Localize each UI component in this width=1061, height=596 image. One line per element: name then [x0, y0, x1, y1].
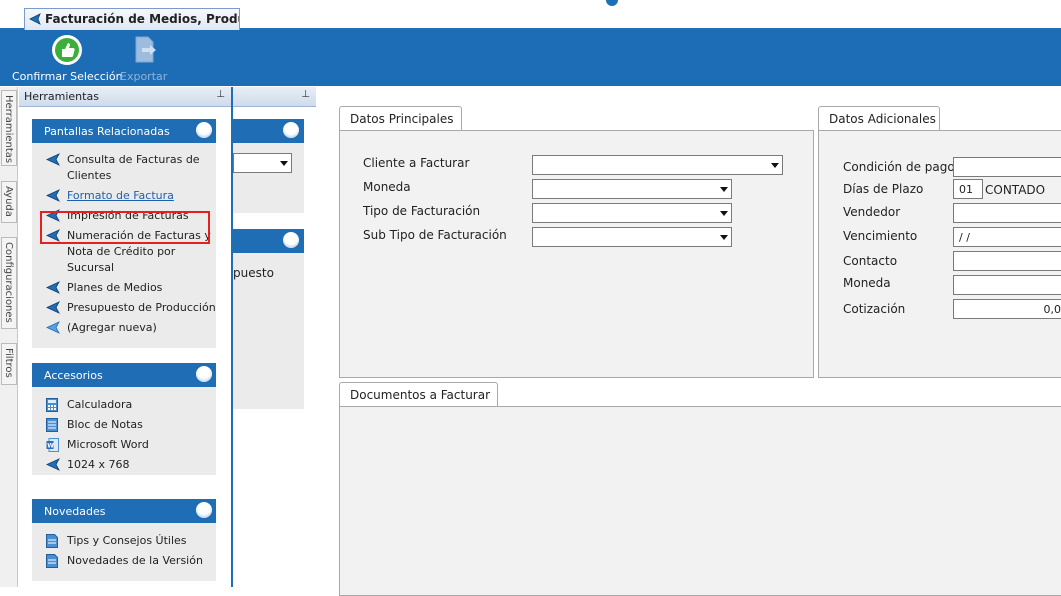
vendedor-label: Vendedor	[843, 205, 901, 219]
documentos-section	[339, 406, 1061, 596]
related-screens-group: Pantallas Relacionadas Consulta de Factu…	[32, 119, 216, 348]
dias-label: Días de Plazo	[843, 182, 924, 196]
tipo-select[interactable]	[532, 203, 732, 223]
background-group-1	[233, 119, 304, 213]
side-tab-configuraciones[interactable]: Configuraciones	[1, 237, 17, 329]
vencimiento-input[interactable]: / /	[953, 227, 1061, 247]
thumbs-up-icon	[52, 35, 83, 65]
confirm-selection-label: Confirmar Selección	[12, 70, 123, 83]
chevron-down-icon	[720, 235, 728, 240]
main-content: Datos Principales Cliente a Facturar Mon…	[318, 87, 1061, 596]
ribbon-toolbar: Confirmar Selección Exportar	[0, 30, 1061, 86]
news-tips[interactable]: Tips y Consejos Útiles	[32, 533, 216, 549]
accessory-microsoft-word[interactable]: W Microsoft Word	[32, 437, 216, 453]
tools-panel-body: Pantallas Relacionadas Consulta de Factu…	[19, 108, 231, 587]
side-tab-ayuda[interactable]: Ayuda	[1, 181, 17, 223]
tools-panel: Herramientas ⊥ Pantallas Relacionadas Co…	[19, 87, 233, 587]
svg-text:W: W	[47, 443, 54, 450]
side-tab-herramientas[interactable]: Herramientas	[1, 90, 17, 166]
chevron-down-icon	[720, 187, 728, 192]
contacto-input[interactable]	[953, 251, 1061, 271]
side-tab-bar: Herramientas Ayuda Configuraciones Filtr…	[0, 87, 18, 587]
contacto-label: Contacto	[843, 254, 898, 268]
related-item-formato-factura[interactable]: Formato de Factura	[32, 188, 216, 204]
subtipo-label: Sub Tipo de Facturación	[363, 228, 507, 242]
add-screen-icon	[46, 321, 60, 334]
datos-principales-section: Cliente a Facturar Moneda Tipo de Factur…	[339, 130, 814, 378]
moneda-adicional-input[interactable]	[953, 275, 1061, 295]
document-tab-title: Facturación de Medios, Producci...	[45, 12, 239, 26]
related-item-planes-medios[interactable]: Planes de Medios	[32, 280, 216, 296]
accessory-bloc-notas[interactable]: Bloc de Notas	[32, 417, 216, 433]
app-screen-icon	[46, 281, 60, 294]
accessories-header[interactable]: Accesorios	[32, 363, 216, 387]
background-fragment-text: puesto	[233, 266, 274, 280]
moneda-adicional-label: Moneda	[843, 276, 891, 290]
tools-panel-title: Herramientas	[24, 90, 99, 103]
background-combo[interactable]	[233, 153, 292, 173]
tab-documentos-facturar[interactable]: Documentos a Facturar	[339, 382, 498, 407]
document-tab[interactable]: Facturación de Medios, Producci...	[24, 8, 240, 30]
cotizacion-label: Cotización	[843, 302, 906, 316]
app-screen-icon	[46, 301, 60, 314]
tools-panel-header: Herramientas ⊥	[19, 87, 231, 107]
dias-text: CONTADO	[985, 183, 1046, 197]
accessory-calculadora[interactable]: Calculadora	[32, 397, 216, 413]
news-version[interactable]: Novedades de la Versión	[32, 553, 216, 569]
background-panel: ⊥ puesto	[233, 87, 316, 587]
window-indicator	[606, 0, 618, 6]
condicion-label: Condición de pago	[843, 160, 955, 174]
confirm-selection-button[interactable]: Confirmar Selección	[12, 34, 123, 83]
dias-code-input[interactable]: 01	[953, 179, 983, 199]
news-header[interactable]: Novedades	[32, 499, 216, 523]
cliente-select[interactable]	[532, 155, 783, 175]
background-pin-icon[interactable]: ⊥	[301, 89, 310, 100]
app-screen-icon	[46, 458, 60, 471]
related-item-agregar-nueva[interactable]: (Agregar nueva)	[32, 320, 216, 336]
moneda-label: Moneda	[363, 180, 411, 194]
document-icon	[46, 534, 58, 548]
chevron-down-icon	[771, 163, 779, 168]
document-icon	[46, 554, 58, 568]
export-label: Exportar	[120, 70, 168, 83]
calculator-icon	[46, 398, 58, 412]
app-screen-icon	[46, 189, 60, 202]
tipo-label: Tipo de Facturación	[363, 204, 481, 218]
accessory-resolution[interactable]: 1024 x 768	[32, 457, 216, 473]
tab-datos-adicionales[interactable]: Datos Adicionales	[818, 106, 940, 131]
collapse-icon[interactable]	[196, 122, 212, 138]
tab-datos-principales[interactable]: Datos Principales	[339, 106, 462, 131]
subtipo-select[interactable]	[532, 227, 732, 247]
accessories-group: Accesorios Calculadora Bloc de Notas W M…	[32, 363, 216, 475]
moneda-select[interactable]	[532, 179, 732, 199]
export-button[interactable]: Exportar	[120, 34, 167, 83]
export-icon	[135, 36, 156, 63]
background-panel-header: ⊥	[233, 87, 316, 107]
news-group: Novedades Tips y Consejos Útiles Novedad…	[32, 499, 216, 581]
background-collapse-icon[interactable]	[283, 232, 299, 248]
background-collapse-icon[interactable]	[283, 122, 299, 138]
app-icon	[29, 13, 41, 25]
app-screen-icon	[46, 153, 60, 166]
notepad-icon	[46, 418, 58, 432]
background-group-2: puesto	[233, 229, 304, 409]
related-screens-header[interactable]: Pantallas Relacionadas	[32, 119, 216, 143]
cotizacion-input[interactable]: 0,00	[953, 299, 1061, 319]
document-tab-strip: Facturación de Medios, Producci...	[0, 0, 1061, 30]
condicion-input[interactable]	[953, 157, 1061, 177]
chevron-down-icon	[720, 211, 728, 216]
datos-adicionales-section: Condición de pago Días de Plazo 01 CONTA…	[818, 130, 1061, 378]
cliente-label: Cliente a Facturar	[363, 156, 470, 170]
side-tab-filtros[interactable]: Filtros	[1, 343, 17, 385]
collapse-icon[interactable]	[196, 366, 212, 382]
chevron-down-icon	[280, 161, 288, 166]
vencimiento-label: Vencimiento	[843, 229, 918, 243]
pin-icon[interactable]: ⊥	[216, 89, 225, 100]
related-item-consulta-facturas[interactable]: Consulta de Facturas de Clientes	[32, 152, 216, 184]
word-icon: W	[46, 438, 59, 452]
vendedor-input[interactable]	[953, 203, 1061, 223]
selection-highlight	[40, 211, 210, 244]
collapse-icon[interactable]	[196, 502, 212, 518]
related-item-presupuesto[interactable]: Presupuesto de Producción	[32, 300, 216, 316]
